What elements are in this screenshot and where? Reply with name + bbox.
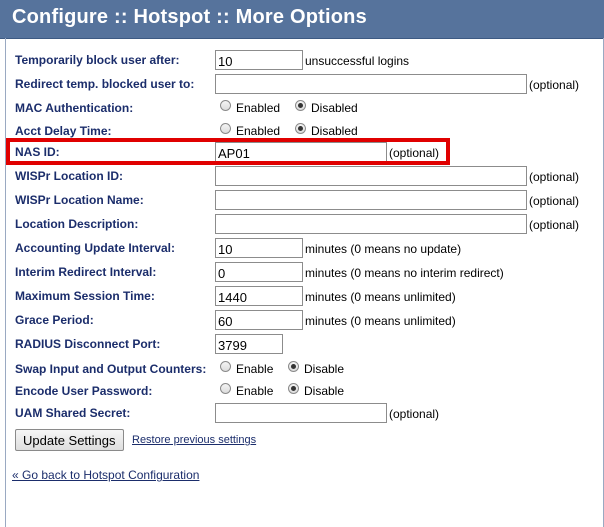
row-mac-auth: MAC Authentication: Enabled Disabled: [0, 98, 604, 120]
swap-counters-enable-label: Enable: [236, 362, 274, 376]
acct-delay-enabled-label: Enabled: [236, 124, 281, 138]
row-uam-secret: UAM Shared Secret: (optional): [0, 403, 604, 425]
loc-desc-input[interactable]: [215, 214, 527, 234]
acct-delay-disabled-label: Disabled: [311, 124, 358, 138]
loc-desc-note: (optional): [529, 218, 580, 232]
redirect-blocked-input[interactable]: [215, 74, 527, 94]
block-after-label: Temporarily block user after:: [15, 53, 180, 67]
grace-input[interactable]: [215, 310, 303, 330]
row-acct-interval: Accounting Update Interval: minutes (0 m…: [0, 238, 604, 260]
nas-id-label: NAS ID:: [15, 145, 60, 159]
mac-auth-disabled-radio[interactable]: [295, 100, 306, 111]
row-interim-redirect: Interim Redirect Interval: minutes (0 me…: [0, 262, 604, 284]
interim-redirect-input[interactable]: [215, 262, 303, 282]
encode-pw-disable-radio[interactable]: [288, 383, 299, 394]
update-settings-button[interactable]: Update Settings: [15, 429, 124, 451]
block-after-note: unsuccessful logins: [305, 54, 410, 68]
row-wispr-loc-id: WISPr Location ID: (optional): [0, 166, 604, 188]
encode-pw-enable-radio[interactable]: [220, 383, 231, 394]
acct-delay-enabled-radio[interactable]: [220, 123, 231, 134]
wispr-loc-id-label: WISPr Location ID:: [15, 169, 123, 183]
acct-interval-label: Accounting Update Interval:: [15, 241, 176, 255]
row-grace: Grace Period: minutes (0 means unlimited…: [0, 310, 604, 332]
grace-label: Grace Period:: [15, 313, 94, 327]
nas-id-input[interactable]: [215, 142, 387, 162]
mac-auth-enabled-label: Enabled: [236, 101, 281, 115]
wispr-loc-id-input[interactable]: [215, 166, 527, 186]
redirect-blocked-note: (optional): [529, 78, 580, 92]
swap-counters-enable-radio[interactable]: [220, 361, 231, 372]
encode-pw-label: Encode User Password:: [15, 384, 153, 398]
page-header: Configure :: Hotspot :: More Options: [0, 0, 604, 39]
mac-auth-enabled-radio[interactable]: [220, 100, 231, 111]
row-max-session: Maximum Session Time: minutes (0 means u…: [0, 286, 604, 308]
row-loc-desc: Location Description: (optional): [0, 214, 604, 236]
grace-note: minutes (0 means unlimited): [305, 314, 456, 328]
loc-desc-label: Location Description:: [15, 217, 139, 231]
back-to-hotspot-link[interactable]: « Go back to Hotspot Configuration: [12, 468, 199, 482]
interim-redirect-label: Interim Redirect Interval:: [15, 265, 157, 279]
swap-counters-disable-label: Disable: [304, 362, 345, 376]
max-session-note: minutes (0 means unlimited): [305, 290, 456, 304]
max-session-label: Maximum Session Time:: [15, 289, 155, 303]
row-radius-port: RADIUS Disconnect Port:: [0, 334, 604, 356]
block-after-input[interactable]: [215, 50, 303, 70]
row-block-after: Temporarily block user after: unsuccessf…: [0, 50, 604, 72]
max-session-input[interactable]: [215, 286, 303, 306]
wispr-loc-name-note: (optional): [529, 194, 580, 208]
row-redirect-blocked: Redirect temp. blocked user to: (optiona…: [0, 74, 604, 96]
swap-counters-label: Swap Input and Output Counters:: [15, 362, 207, 376]
restore-settings-link[interactable]: Restore previous settings: [132, 434, 256, 446]
acct-delay-label: Acct Delay Time:: [15, 124, 112, 138]
acct-delay-disabled-radio[interactable]: [295, 123, 306, 134]
uam-secret-label: UAM Shared Secret:: [15, 406, 131, 420]
radius-port-input[interactable]: [215, 334, 283, 354]
nas-id-note: (optional): [389, 146, 440, 160]
swap-counters-disable-radio[interactable]: [288, 361, 299, 372]
row-nas-id: NAS ID: (optional): [0, 142, 604, 164]
row-encode-pw: Encode User Password: Enable Disable: [0, 381, 604, 403]
mac-auth-label: MAC Authentication:: [15, 101, 134, 115]
row-wispr-loc-name: WISPr Location Name: (optional): [0, 190, 604, 212]
acct-interval-input[interactable]: [215, 238, 303, 258]
wispr-loc-name-input[interactable]: [215, 190, 527, 210]
uam-secret-note: (optional): [389, 407, 440, 421]
page-title: Configure :: Hotspot :: More Options: [12, 6, 367, 28]
wispr-loc-id-note: (optional): [529, 170, 580, 184]
mac-auth-disabled-label: Disabled: [311, 101, 358, 115]
row-acct-delay: Acct Delay Time: Enabled Disabled: [0, 121, 604, 143]
acct-interval-note: minutes (0 means no update): [305, 242, 462, 256]
interim-redirect-note: minutes (0 means no interim redirect): [305, 266, 504, 280]
redirect-blocked-label: Redirect temp. blocked user to:: [15, 77, 195, 91]
row-swap-counters: Swap Input and Output Counters: Enable D…: [0, 359, 604, 381]
wispr-loc-name-label: WISPr Location Name:: [15, 193, 144, 207]
encode-pw-enable-label: Enable: [236, 384, 274, 398]
encode-pw-disable-label: Disable: [304, 384, 345, 398]
radius-port-label: RADIUS Disconnect Port:: [15, 337, 161, 351]
uam-secret-input[interactable]: [215, 403, 387, 423]
